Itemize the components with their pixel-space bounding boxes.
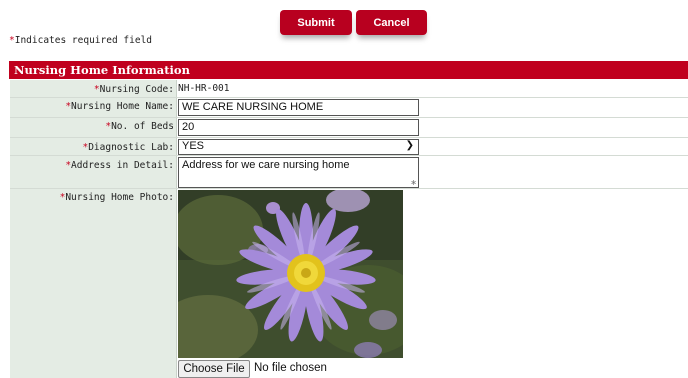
address-value: Address for we care nursing home <box>182 159 350 171</box>
nursing-code-label: *Nursing Code: <box>93 84 174 95</box>
nursing-home-photo-label: *Nursing Home Photo: <box>59 192 174 203</box>
required-field-note: *Indicates required field <box>9 35 152 46</box>
diagnostic-lab-value: YES <box>182 140 205 152</box>
row-divider <box>10 137 688 138</box>
address-label: *Address in Detail: <box>65 160 174 171</box>
section-title: Nursing Home Information <box>9 61 688 79</box>
row-divider <box>10 117 688 118</box>
row-divider <box>10 155 688 156</box>
resize-handle-icon[interactable]: ∗ <box>410 178 417 187</box>
row-divider <box>10 188 688 189</box>
choose-file-button[interactable]: Choose File <box>178 360 250 378</box>
nursing-home-photo <box>178 190 403 358</box>
nursing-home-name-input[interactable]: WE CARE NURSING HOME <box>178 99 419 116</box>
row-divider <box>10 97 688 98</box>
chevron-down-icon: ❯ <box>405 140 414 151</box>
required-note-text: Indicates required field <box>14 35 153 46</box>
diagnostic-lab-select[interactable]: YES ❯ <box>178 139 419 155</box>
beds-label: *No. of Beds <box>105 121 174 132</box>
nursing-code-value: NH-HR-001 <box>178 83 230 94</box>
cancel-button[interactable]: Cancel <box>356 10 427 35</box>
diagnostic-lab-label: *Diagnostic Lab: <box>82 142 174 153</box>
nursing-home-name-label: *Nursing Home Name: <box>65 101 174 112</box>
address-textarea[interactable]: Address for we care nursing home ∗ <box>178 157 419 188</box>
beds-input[interactable]: 20 <box>178 119 419 136</box>
file-status-text: No file chosen <box>254 362 327 374</box>
submit-button[interactable]: Submit <box>280 10 352 35</box>
